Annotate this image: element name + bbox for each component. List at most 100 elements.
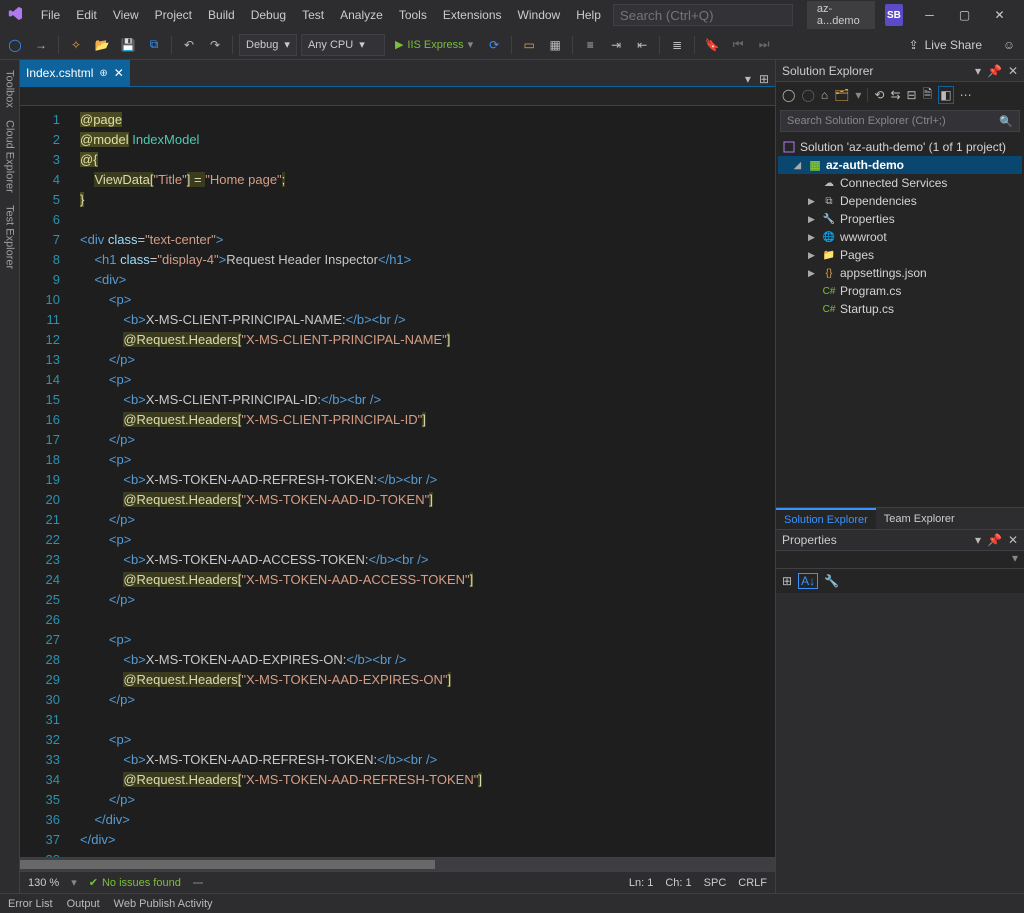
global-search-input[interactable]	[620, 8, 797, 23]
run-button[interactable]: ▶IIS Express▾	[389, 38, 479, 51]
user-avatar[interactable]: SB	[885, 4, 903, 26]
menu-test[interactable]: Test	[294, 4, 332, 26]
tabs-overflow-icon[interactable]: ▾	[745, 72, 751, 86]
code-line[interactable]: @model IndexModel	[80, 130, 775, 150]
open-icon[interactable]: 📂	[91, 34, 113, 56]
sidestrip-test-explorer[interactable]: Test Explorer	[4, 199, 16, 275]
redo-icon[interactable]: ↷	[204, 34, 226, 56]
code-line[interactable]: <p>	[80, 630, 775, 650]
save-icon[interactable]: 💾	[117, 34, 139, 56]
code-line[interactable]: <b>X-MS-TOKEN-AAD-REFRESH-TOKEN:</b><br …	[80, 750, 775, 770]
line-endings[interactable]: CRLF	[738, 877, 767, 889]
code-line[interactable]: <b>X-MS-TOKEN-AAD-EXPIRES-ON:</b><br />	[80, 650, 775, 670]
save-all-icon[interactable]: ⧉	[143, 34, 165, 56]
tree-node[interactable]: ☁Connected Services	[778, 174, 1022, 192]
menu-view[interactable]: View	[105, 4, 147, 26]
preview-icon[interactable]: ⋯	[960, 88, 972, 102]
menu-build[interactable]: Build	[200, 4, 243, 26]
code-line[interactable]	[80, 710, 775, 730]
close-pane-icon[interactable]: ✕	[1008, 533, 1018, 547]
properties-icon[interactable]: ◧	[938, 86, 953, 104]
fwd-icon[interactable]: ◯	[801, 88, 814, 102]
chevron-right-icon[interactable]: ▶	[808, 268, 818, 279]
chevron-right-icon[interactable]: ▶	[808, 214, 818, 225]
new-project-icon[interactable]: ✧	[65, 34, 87, 56]
bottom-tab-web-publish-activity[interactable]: Web Publish Activity	[114, 898, 213, 910]
config-combo[interactable]: Debug▾	[239, 34, 297, 56]
tree-node[interactable]: C#Startup.cs	[778, 300, 1022, 318]
code-line[interactable]: </p>	[80, 510, 775, 530]
live-share[interactable]: ⇪Live Share	[909, 38, 982, 52]
refresh-icon[interactable]: ⇆	[890, 88, 900, 102]
properties-grid[interactable]	[776, 593, 1024, 893]
sidestrip-cloud-explorer[interactable]: Cloud Explorer	[4, 114, 16, 199]
indent-mode[interactable]: SPC	[704, 877, 727, 889]
navigation-bar[interactable]	[20, 86, 775, 106]
menu-help[interactable]: Help	[568, 4, 609, 26]
solution-pill[interactable]: az-a...demo	[807, 1, 875, 29]
code-line[interactable]: <div>	[80, 270, 775, 290]
collapse-icon[interactable]: ⊟	[907, 88, 917, 102]
chevron-right-icon[interactable]: ▶	[808, 232, 818, 243]
horizontal-scrollbar[interactable]	[20, 857, 775, 871]
refresh-icon[interactable]: ⟳	[483, 34, 505, 56]
tree-node[interactable]: ▶📁Pages	[778, 246, 1022, 264]
solution-node[interactable]: Solution 'az-auth-demo' (1 of 1 project)	[778, 138, 1022, 156]
minimize-button[interactable]: ─	[913, 0, 946, 30]
show-all-icon[interactable]: 🗎	[923, 85, 933, 106]
menu-extensions[interactable]: Extensions	[435, 4, 510, 26]
global-search[interactable]	[613, 4, 793, 26]
project-node[interactable]: ◢ ▦ az-auth-demo	[778, 156, 1022, 174]
code-line[interactable]: </p>	[80, 690, 775, 710]
pin-icon[interactable]: 📌	[987, 533, 1002, 547]
solution-tree[interactable]: Solution 'az-auth-demo' (1 of 1 project)…	[776, 134, 1024, 507]
close-tab-icon[interactable]: ✕	[114, 66, 124, 80]
code-line[interactable]: </div>	[80, 810, 775, 830]
dropdown-icon[interactable]: ▾	[975, 533, 981, 547]
menu-edit[interactable]: Edit	[68, 4, 105, 26]
code-line[interactable]: <p>	[80, 730, 775, 750]
code-line[interactable]	[80, 210, 775, 230]
tab-solution-explorer[interactable]: Solution Explorer	[776, 508, 876, 529]
code-line[interactable]: @Request.Headers["X-MS-TOKEN-AAD-REFRESH…	[80, 770, 775, 790]
prop-pages-icon[interactable]: 🔧	[824, 574, 839, 588]
code-line[interactable]: @Request.Headers["X-MS-TOKEN-AAD-ID-TOKE…	[80, 490, 775, 510]
close-button[interactable]: ✕	[983, 0, 1016, 30]
tree-node[interactable]: ▶🔧Properties	[778, 210, 1022, 228]
code-line[interactable]: <b>X-MS-CLIENT-PRINCIPAL-ID:</b><br />	[80, 390, 775, 410]
format-icon[interactable]: ≡	[579, 34, 601, 56]
next-bookmark-icon[interactable]: ⏭	[753, 34, 775, 56]
menu-analyze[interactable]: Analyze	[332, 4, 391, 26]
platform-combo[interactable]: Any CPU▾	[301, 34, 385, 56]
nav-back-icon[interactable]: ◯	[4, 34, 26, 56]
pin-icon[interactable]: ⊕	[99, 68, 107, 79]
tree-node[interactable]: ▶🌐wwwroot	[778, 228, 1022, 246]
code-line[interactable]	[80, 850, 775, 857]
menu-window[interactable]: Window	[510, 4, 569, 26]
dropdown-icon[interactable]: ▾	[975, 64, 981, 78]
code-line[interactable]: @Request.Headers["X-MS-CLIENT-PRINCIPAL-…	[80, 330, 775, 350]
maximize-button[interactable]: ▢	[948, 0, 981, 30]
code-line[interactable]: </p>	[80, 790, 775, 810]
code-line[interactable]: <p>	[80, 370, 775, 390]
solution-search[interactable]: Search Solution Explorer (Ctrl+;) 🔍	[780, 110, 1020, 132]
code-line[interactable]: @Request.Headers["X-MS-CLIENT-PRINCIPAL-…	[80, 410, 775, 430]
code-area[interactable]: @page@model IndexModel@{ ViewData["Title…	[80, 106, 775, 857]
sidestrip-toolbox[interactable]: Toolbox	[4, 64, 16, 114]
chevron-right-icon[interactable]: ▶	[808, 196, 818, 207]
code-line[interactable]: </p>	[80, 590, 775, 610]
code-line[interactable]: <h1 class="display-4">Request Header Ins…	[80, 250, 775, 270]
code-line[interactable]: @Request.Headers["X-MS-TOKEN-AAD-ACCESS-…	[80, 570, 775, 590]
code-line[interactable]: }	[80, 190, 775, 210]
code-line[interactable]: <div class="text-center">	[80, 230, 775, 250]
code-line[interactable]: </div>	[80, 830, 775, 850]
zoom-level[interactable]: 130 %	[28, 877, 59, 889]
code-line[interactable]: <p>	[80, 450, 775, 470]
nav-fwd-icon[interactable]: →	[30, 34, 52, 56]
code-line[interactable]: <b>X-MS-TOKEN-AAD-REFRESH-TOKEN:</b><br …	[80, 470, 775, 490]
code-line[interactable]: <p>	[80, 290, 775, 310]
bottom-tab-error-list[interactable]: Error List	[8, 898, 53, 910]
bottom-tab-output[interactable]: Output	[67, 898, 100, 910]
categorized-icon[interactable]: ⊞	[782, 574, 792, 588]
prev-bookmark-icon[interactable]: ⏮	[727, 34, 749, 56]
